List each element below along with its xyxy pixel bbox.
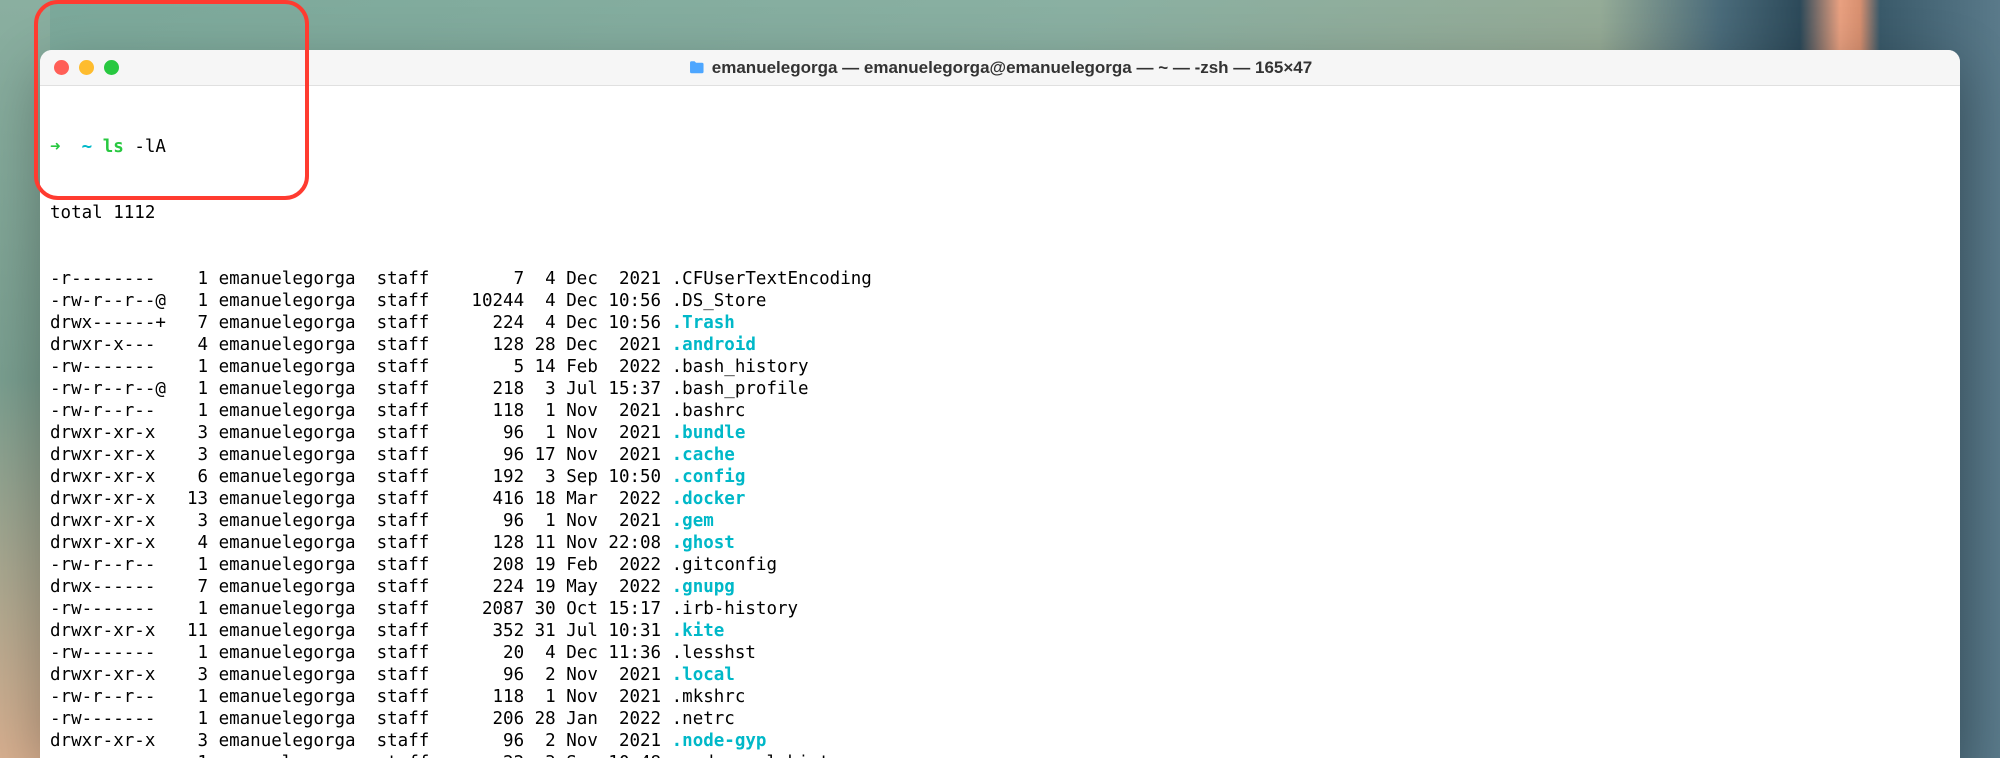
file-name: .gem [672,511,714,531]
prompt-arrow: ➜ [50,137,61,157]
file-name: .Trash [672,313,735,333]
list-row: drwxr-xr-x 13 emanuelegorga staff 416 18… [50,488,1950,510]
file-name: .bundle [672,423,746,443]
list-row: drwxr-xr-x 6 emanuelegorga staff 192 3 S… [50,466,1950,488]
file-name: .gnupg [672,577,735,597]
close-button[interactable] [54,60,69,75]
list-row: drwxr-xr-x 3 emanuelegorga staff 96 2 No… [50,730,1950,752]
file-name: .android [672,335,756,355]
file-name: .netrc [672,709,735,729]
list-row: drwxr-x--- 4 emanuelegorga staff 128 28 … [50,334,1950,356]
list-row: drwxr-xr-x 11 emanuelegorga staff 352 31… [50,620,1950,642]
file-name: .CFUserTextEncoding [672,269,872,289]
file-name: .node_repl_history [672,753,862,758]
file-name: .mkshrc [672,687,746,707]
list-row: -rw-r--r-- 1 emanuelegorga staff 208 19 … [50,554,1950,576]
file-name: .lesshst [672,643,756,663]
folder-icon [688,59,706,77]
prompt-tilde: ~ [82,137,93,157]
list-row: -rw-r--r--@ 1 emanuelegorga staff 218 3 … [50,378,1950,400]
list-row: drwxr-xr-x 3 emanuelegorga staff 96 17 N… [50,444,1950,466]
file-name: .node-gyp [672,731,767,751]
prompt-line: ➜ ~ ls -lA [50,136,1950,158]
terminal-window[interactable]: emanuelegorga — emanuelegorga@emanuelego… [40,50,1960,758]
file-name: .bash_profile [672,379,809,399]
list-row: -rw-r--r--@ 1 emanuelegorga staff 10244 … [50,290,1950,312]
terminal-content[interactable]: ➜ ~ ls -lA total 1112 -r-------- 1 emanu… [40,86,1960,758]
listing-rows: -r-------- 1 emanuelegorga staff 7 4 Dec… [50,268,1950,758]
list-row: drwx------+ 7 emanuelegorga staff 224 4 … [50,312,1950,334]
total-line: total 1112 [50,202,1950,224]
file-name: .docker [672,489,746,509]
file-name: .cache [672,445,735,465]
list-row: -rw------- 1 emanuelegorga staff 206 28 … [50,708,1950,730]
traffic-lights [54,60,119,75]
list-row: -r-------- 1 emanuelegorga staff 7 4 Dec… [50,268,1950,290]
command-args: -lA [134,137,166,157]
minimize-button[interactable] [79,60,94,75]
file-name: .local [672,665,735,685]
list-row: -rw-r--r-- 1 emanuelegorga staff 118 1 N… [50,400,1950,422]
window-title-text: emanuelegorga — emanuelegorga@emanuelego… [712,58,1312,78]
file-name: .bash_history [672,357,809,377]
titlebar[interactable]: emanuelegorga — emanuelegorga@emanuelego… [40,50,1960,86]
file-name: .kite [672,621,725,641]
list-row: -rw------- 1 emanuelegorga staff 20 4 De… [50,642,1950,664]
file-name: .DS_Store [672,291,767,311]
list-row: -rw-r--r-- 1 emanuelegorga staff 118 1 N… [50,686,1950,708]
file-name: .config [672,467,746,487]
list-row: drwxr-xr-x 3 emanuelegorga staff 96 1 No… [50,422,1950,444]
list-row: drwxr-xr-x 3 emanuelegorga staff 96 1 No… [50,510,1950,532]
file-name: .ghost [672,533,735,553]
list-row: -rw------- 1 emanuelegorga staff 5 14 Fe… [50,356,1950,378]
list-row: drwxr-xr-x 4 emanuelegorga staff 128 11 … [50,532,1950,554]
zoom-button[interactable] [104,60,119,75]
list-row: drwx------ 7 emanuelegorga staff 224 19 … [50,576,1950,598]
file-name: .gitconfig [672,555,777,575]
list-row: -rw------- 1 emanuelegorga staff 2087 30… [50,598,1950,620]
window-title: emanuelegorga — emanuelegorga@emanuelego… [688,58,1312,78]
file-name: .irb-history [672,599,798,619]
file-name: .bashrc [672,401,746,421]
list-row: -rw------- 1 emanuelegorga staff 22 3 Se… [50,752,1950,758]
command: ls [103,137,124,157]
list-row: drwxr-xr-x 3 emanuelegorga staff 96 2 No… [50,664,1950,686]
